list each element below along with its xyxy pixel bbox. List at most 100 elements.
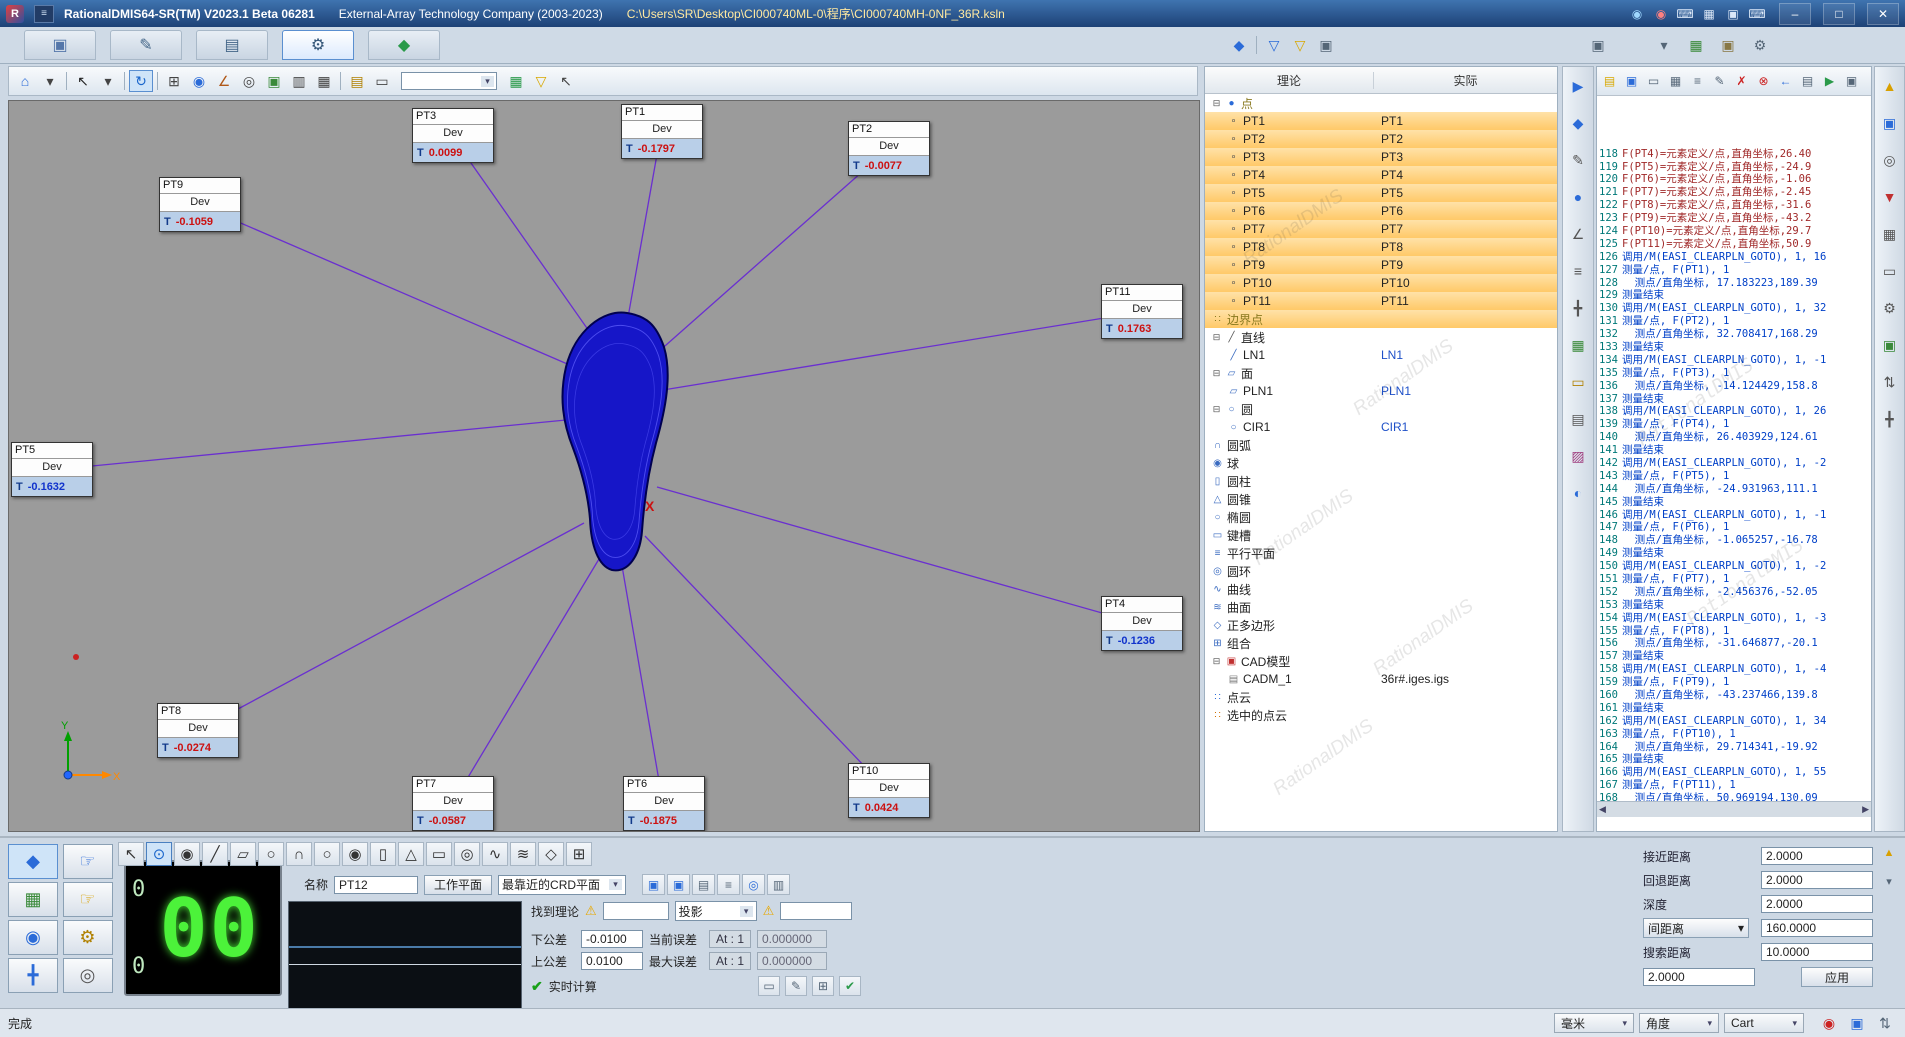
code-line[interactable]: 137测量结束 <box>1597 393 1871 406</box>
list-view-icon[interactable]: ≡ <box>1687 71 1708 91</box>
corner-caret-icon[interactable]: ▾ <box>1879 872 1899 890</box>
tree-row[interactable]: ⊟▣CAD模型 <box>1205 652 1557 670</box>
tree-row[interactable]: ○椭圆 <box>1205 508 1557 526</box>
measure-callout-pt10[interactable]: PT10DevT0.0424 <box>848 763 930 818</box>
caliper-icon[interactable]: ≡ <box>1566 260 1590 282</box>
measure-callout-pt6[interactable]: PT6DevT-0.1875 <box>623 776 705 831</box>
filter-add-icon[interactable]: ▽ <box>1262 34 1286 56</box>
projection-input[interactable] <box>780 902 852 920</box>
palette-icon[interactable]: ▨ <box>1566 445 1590 467</box>
code-line[interactable]: 146调用/M(EASI_CLEARPLN_GOTO), 1, -1 <box>1597 509 1871 522</box>
code-line[interactable]: 124F(PT10)=元素定义/点,直角坐标,29.7 <box>1597 225 1871 238</box>
code-line[interactable]: 123F(PT9)=元素定义/点,直角坐标,-43.2 <box>1597 212 1871 225</box>
enabled-checkbox[interactable]: ✔ <box>839 976 861 996</box>
code-line[interactable]: 162调用/M(EASI_CLEARPLN_GOTO), 1, 34 <box>1597 715 1871 728</box>
tree-row[interactable]: ∘PT9PT9 <box>1205 256 1557 274</box>
probe-tool[interactable]: ◉ <box>187 70 211 92</box>
cad-model-sole[interactable] <box>562 313 667 571</box>
record-icon[interactable]: ◉ <box>1817 1012 1841 1034</box>
search-value-input[interactable]: 2.0000 <box>1643 968 1755 986</box>
code-line[interactable]: 121F(PT7)=元素定义/点,直角坐标,-2.45 <box>1597 186 1871 199</box>
tree-row[interactable]: ▱PLN1PLN1 <box>1205 382 1557 400</box>
code-line[interactable]: 140 测点/直角坐标, 26.403929,124.61 <box>1597 431 1871 444</box>
target-icon[interactable]: ◎ <box>1878 149 1902 171</box>
pin-icon[interactable]: ▼ <box>1878 186 1902 208</box>
home-dropdown[interactable]: ▾ <box>38 70 62 92</box>
monitor-icon[interactable]: ▣ <box>1841 71 1862 91</box>
chart-icon[interactable]: ▦ <box>1684 34 1708 56</box>
tree-row[interactable]: ○CIR1CIR1 <box>1205 418 1557 436</box>
select-tool[interactable]: ↖ <box>71 70 95 92</box>
tab-cad[interactable]: ◆ <box>368 30 440 60</box>
realtime-checkbox[interactable]: ✔ <box>531 978 543 995</box>
alert-icon[interactable]: ◉ <box>1651 5 1671 23</box>
filter-tool[interactable]: ▽ <box>529 70 553 92</box>
coordsys-dropdown[interactable]: Cart ▾ <box>1724 1013 1804 1033</box>
axes-button[interactable]: ╋ <box>8 958 58 993</box>
program-listing[interactable]: RationalDMIS RationalDMIS 118F(PT4)=元素定义… <box>1597 96 1871 801</box>
scroll-left-icon[interactable]: ◀ <box>1599 804 1606 815</box>
tree-row[interactable]: ⊞组合 <box>1205 634 1557 652</box>
chevron-down-icon[interactable]: ▾ <box>481 76 494 87</box>
code-line[interactable]: 165测量结束 <box>1597 753 1871 766</box>
capture-tool[interactable]: ▣ <box>262 70 286 92</box>
code-line[interactable]: 147测量/点, F(PT6), 1 <box>1597 521 1871 534</box>
user2-icon[interactable]: ▣ <box>1723 5 1743 23</box>
pen-icon[interactable]: ✎ <box>785 976 807 996</box>
user-status-icon[interactable]: ◉ <box>1627 5 1647 23</box>
code-line[interactable]: 155测量/点, F(PT8), 1 <box>1597 625 1871 638</box>
report-tool[interactable]: ▤ <box>345 70 369 92</box>
tree-row[interactable]: ∿曲线 <box>1205 580 1557 598</box>
probe-drop-icon[interactable]: ● <box>1566 186 1590 208</box>
actual-column-header[interactable]: 实际 <box>1374 72 1557 89</box>
angle-dropdown[interactable]: 角度 ▾ <box>1639 1013 1719 1033</box>
nav-arrow-icon[interactable]: ▶ <box>1566 75 1590 97</box>
corner-probe-icon[interactable]: ▲ <box>1879 844 1899 862</box>
code-line[interactable]: 160 测点/直角坐标, -43.237466,139.8 <box>1597 689 1871 702</box>
resize-grip-icon[interactable]: ⇅ <box>1873 1012 1897 1034</box>
code-line[interactable]: 136 测点/直角坐标, -14.124429,158.8 <box>1597 380 1871 393</box>
code-line[interactable]: 151测量/点, F(PT7), 1 <box>1597 573 1871 586</box>
code-line[interactable]: 159测量/点, F(PT9), 1 <box>1597 676 1871 689</box>
program-view-button[interactable]: ▦ <box>8 882 58 917</box>
measure-callout-pt7[interactable]: PT7DevT-0.0587 <box>412 776 494 831</box>
scroll-right-icon[interactable]: ▶ <box>1862 804 1869 815</box>
code-line[interactable]: 164 测点/直角坐标, 29.714341,-19.92 <box>1597 741 1871 754</box>
coordinate-tool[interactable]: ∠ <box>212 70 236 92</box>
tree-row[interactable]: ∘PT8PT8 <box>1205 238 1557 256</box>
dro-display-icon[interactable]: ◐ <box>1566 482 1590 504</box>
param-input[interactable]: 2.0000 <box>1761 895 1873 913</box>
code-line[interactable]: 133测量结束 <box>1597 341 1871 354</box>
list-view-icon[interactable]: ≡ <box>717 874 740 895</box>
model-cube-icon[interactable]: ◆ <box>1566 112 1590 134</box>
measure-callout-pt1[interactable]: PT1DevT-0.1797 <box>621 104 703 159</box>
layout-tool[interactable]: ▥ <box>287 70 311 92</box>
probe-pick-tool[interactable]: ↖ <box>554 70 578 92</box>
code-line[interactable]: 119F(PT5)=元素定义/点,直角坐标,-24.9 <box>1597 161 1871 174</box>
maximize-button[interactable]: □ <box>1823 3 1855 25</box>
tree-row[interactable]: ◎圆环 <box>1205 562 1557 580</box>
code-line[interactable]: 125F(PT11)=元素定义/点,直角坐标,50.9 <box>1597 238 1871 251</box>
tree-row[interactable]: ∘PT1PT1 <box>1205 112 1557 130</box>
3d-viewport[interactable]: X Y X PT3DevT0.0099PT1DevT-0.1797PT2DevT… <box>8 100 1200 832</box>
clear-icon[interactable]: ✗ <box>1731 71 1752 91</box>
tree-row[interactable]: ∘PT3PT3 <box>1205 148 1557 166</box>
expander-icon[interactable]: ⊟ <box>1211 404 1222 415</box>
code-line[interactable]: 168 测点/直角坐标, 50.969194,130.09 <box>1597 792 1871 801</box>
code-line[interactable]: 131测量/点, F(PT2), 1 <box>1597 315 1871 328</box>
tree-row[interactable]: ∩圆弧 <box>1205 436 1557 454</box>
save-program-icon[interactable]: ▣ <box>1621 71 1642 91</box>
torus-tool[interactable]: ◎ <box>454 842 480 866</box>
tree-row[interactable]: ≡平行平面 <box>1205 544 1557 562</box>
edit-pencil-icon[interactable]: ✎ <box>1566 149 1590 171</box>
tree-row[interactable]: ⊟○圆 <box>1205 400 1557 418</box>
code-line[interactable]: 130调用/M(EASI_CLEARPLN_GOTO), 1, 32 <box>1597 302 1871 315</box>
tree-row[interactable]: ≋曲面 <box>1205 598 1557 616</box>
code-line[interactable]: 118F(PT4)=元素定义/点,直角坐标,26.40 <box>1597 148 1871 161</box>
code-line[interactable]: 132 测点/直角坐标, 32.708417,168.29 <box>1597 328 1871 341</box>
tree-row[interactable]: ◉球 <box>1205 454 1557 472</box>
plane-tool[interactable]: ▱ <box>230 842 256 866</box>
workplane-button[interactable]: 工作平面 <box>424 875 492 895</box>
tree-row[interactable]: ▯圆柱 <box>1205 472 1557 490</box>
probe-config-button[interactable]: ◎ <box>63 958 113 993</box>
